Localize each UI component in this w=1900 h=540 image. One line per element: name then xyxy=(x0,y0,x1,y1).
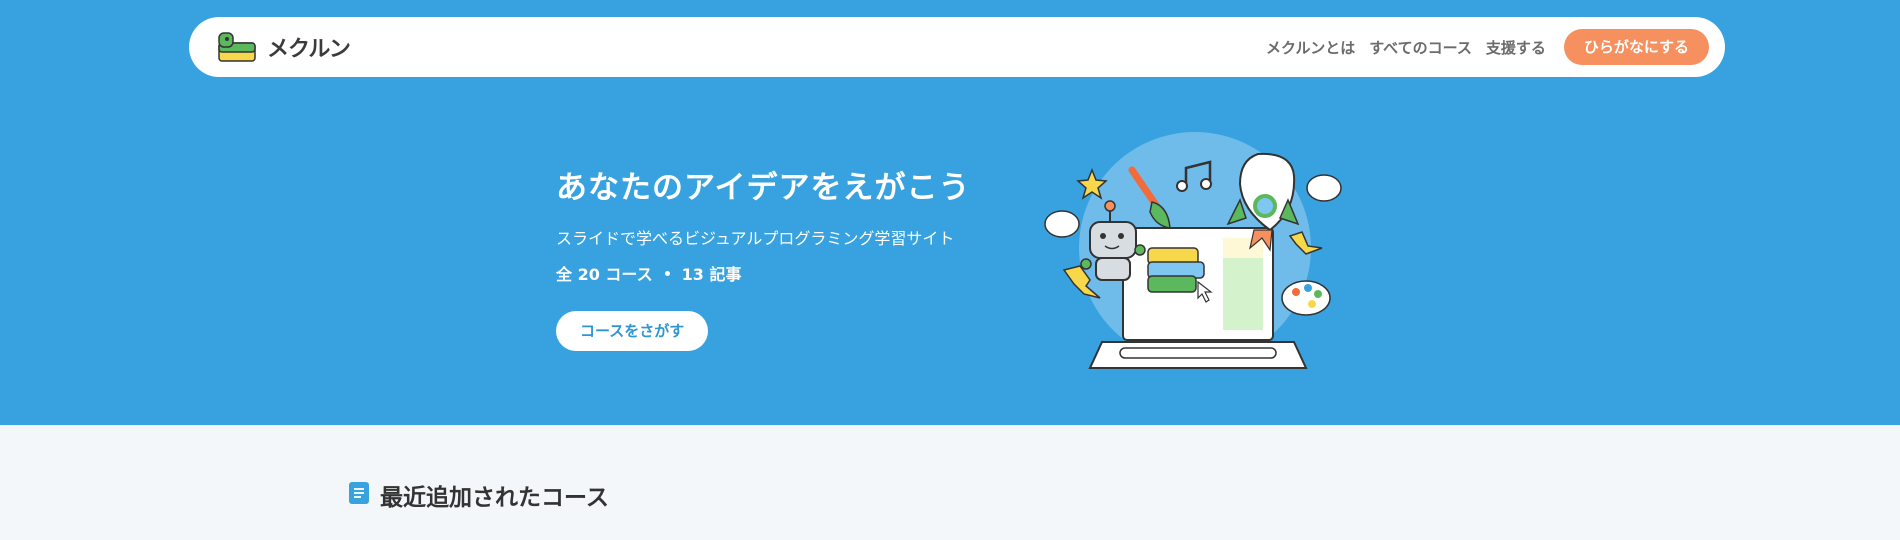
nav-link-all-courses[interactable]: すべてのコース xyxy=(1369,37,1472,58)
hiragana-toggle-button[interactable]: ひらがなにする xyxy=(1563,29,1709,65)
section-title: 最近追加されたコース xyxy=(380,485,609,511)
navbar: メクルン メクルンとは すべてのコース 支援する ひらがなにする xyxy=(189,17,1725,77)
code-blocks xyxy=(1147,247,1205,293)
find-courses-button[interactable]: コースをさがす xyxy=(556,311,709,351)
hero-illustration xyxy=(1040,130,1350,370)
hero-text: あなたのアイデアをえがこう スライドで学べるビジュアルプログラミング学習サイト … xyxy=(556,162,970,351)
course-count: 全 20 コース xyxy=(556,265,653,284)
palette-icon xyxy=(1281,280,1331,316)
logo-text: メクルン xyxy=(267,37,351,62)
nav-link-about[interactable]: メクルンとは xyxy=(1266,37,1355,58)
hero-stats: 全 20 コース 13 記事 xyxy=(556,261,970,285)
nav-link-support[interactable]: 支援する xyxy=(1486,37,1546,58)
hero-section: メクルン メクルンとは すべてのコース 支援する ひらがなにする あなたのアイデ… xyxy=(0,0,1900,425)
stat-separator xyxy=(664,270,670,276)
logo-icon xyxy=(217,31,257,63)
hero-subtitle: スライドで学べるビジュアルプログラミング学習サイト xyxy=(556,229,955,248)
recent-courses-heading: 最近追加されたコース xyxy=(348,478,609,512)
logo[interactable]: メクルン xyxy=(217,31,351,63)
article-count: 13 記事 xyxy=(681,265,742,284)
nav-links: メクルンとは すべてのコース 支援する ひらがなにする xyxy=(1252,29,1709,65)
book-icon xyxy=(348,481,370,509)
hero-title: あなたのアイデアをえがこう xyxy=(556,170,971,206)
